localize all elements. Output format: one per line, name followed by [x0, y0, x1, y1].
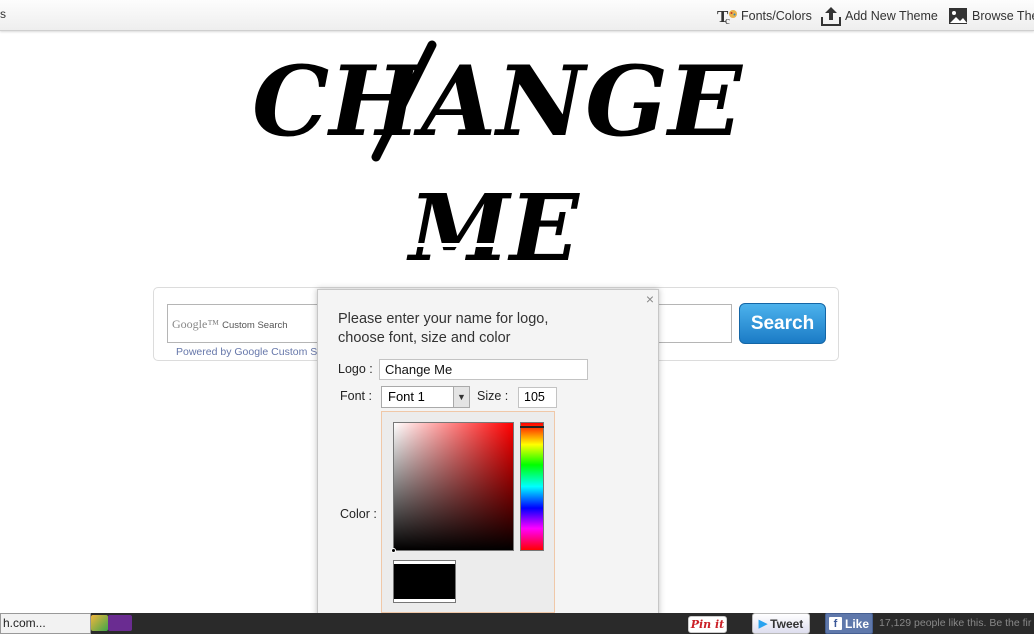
- facebook-like-button[interactable]: f Like: [825, 613, 873, 634]
- color-label: Color :: [340, 507, 377, 521]
- twitter-bird-icon: ▶: [758, 618, 768, 630]
- page: s T c Fonts/Colors Add New Theme Browse …: [0, 0, 1034, 634]
- logo-stripe: [407, 243, 497, 247]
- fonts-colors-label: Fonts/Colors: [741, 9, 812, 23]
- size-input[interactable]: 105: [518, 387, 557, 408]
- fonts-colors-link[interactable]: T c Fonts/Colors: [716, 5, 812, 27]
- add-new-theme-link[interactable]: Add New Theme: [820, 5, 938, 27]
- hue-handle[interactable]: [520, 426, 544, 428]
- powered-by-text: Powered by Google Custom S: [176, 346, 318, 358]
- google-brand: Google™: [172, 317, 220, 331]
- dialog-prompt: Please enter your name for logo, choose …: [338, 311, 549, 346]
- saturation-handle[interactable]: [391, 548, 396, 553]
- facebook-icon: f: [828, 617, 842, 630]
- pinit-button[interactable]: Pin it: [688, 616, 727, 633]
- color-picker: [381, 411, 555, 613]
- search-placeholder: Custom Search: [222, 320, 288, 331]
- google-watermark: Google™ Custom Search: [172, 317, 288, 332]
- fonts-colors-icon: T c: [717, 7, 737, 27]
- logo-line-2: ME: [406, 174, 581, 275]
- saturation-area[interactable]: [391, 422, 514, 553]
- add-new-theme-label: Add New Theme: [845, 9, 938, 23]
- logo-label: Logo :: [338, 362, 373, 376]
- site-logo[interactable]: CHANGE ME: [0, 35, 1034, 275]
- svg-text:c: c: [725, 15, 730, 27]
- toolbar-left-fragment: s: [0, 7, 6, 21]
- app-icon[interactable]: [91, 615, 108, 631]
- taskbar-tab[interactable]: h.com...: [0, 613, 91, 634]
- tweet-label: Tweet: [770, 616, 804, 631]
- tweet-button[interactable]: ▶ Tweet: [752, 613, 810, 634]
- chevron-down-icon: ▼: [453, 387, 469, 407]
- font-select-value: Font 1: [388, 389, 425, 404]
- like-label: Like: [844, 616, 869, 631]
- close-icon[interactable]: ×: [646, 291, 654, 307]
- logo-text-input[interactable]: [379, 359, 588, 380]
- font-select[interactable]: Font 1 ▼: [381, 386, 470, 408]
- logo-line-1: CHANGE: [252, 45, 744, 158]
- selected-color-swatch: [394, 564, 455, 599]
- font-label: Font :: [340, 389, 372, 403]
- selected-color-preview: [393, 560, 456, 603]
- size-label: Size :: [477, 389, 509, 403]
- browse-themes-label: Browse The: [972, 9, 1034, 23]
- image-icon: [949, 8, 967, 24]
- browse-themes-link[interactable]: Browse The: [947, 5, 1034, 27]
- search-button[interactable]: Search: [739, 303, 826, 344]
- top-toolbar: s T c Fonts/Colors Add New Theme Browse …: [0, 0, 1034, 31]
- like-count-text: 17,129 people like this. Be the fir: [879, 617, 1032, 629]
- upload-icon: [821, 7, 841, 26]
- yahoo-icon[interactable]: [108, 615, 132, 631]
- hue-slider[interactable]: [520, 422, 544, 551]
- logo-settings-dialog: × Please enter your name for logo, choos…: [317, 289, 659, 634]
